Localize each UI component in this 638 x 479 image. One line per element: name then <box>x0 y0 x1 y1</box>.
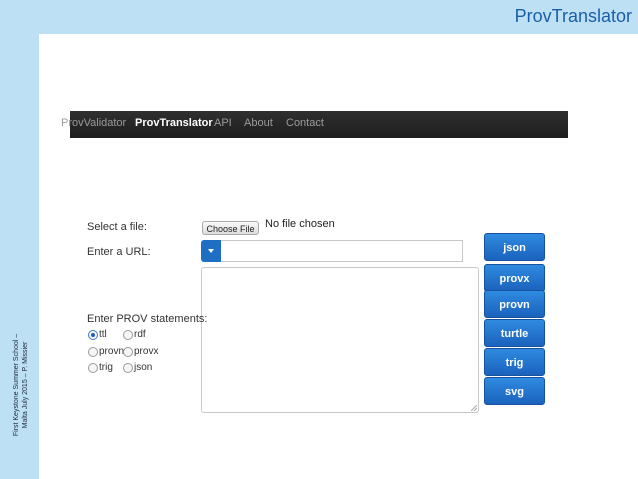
radio-format-rdf[interactable]: rdf <box>123 329 146 340</box>
radio-label-rdf: rdf <box>134 329 146 340</box>
nav-item-contact[interactable]: Contact <box>286 117 324 129</box>
radio-label-provn: provn <box>99 346 125 357</box>
statements-label: Enter PROV statements: <box>87 313 208 325</box>
radio-label-provx: provx <box>134 346 159 357</box>
url-dropdown-button[interactable] <box>201 240 221 262</box>
radio-label-trig: trig <box>99 362 113 373</box>
navbar: ProvValidator ProvTranslator API About C… <box>61 111 568 138</box>
resize-grip-icon[interactable] <box>471 405 477 411</box>
nav-item-provtranslator[interactable]: ProvTranslator <box>135 117 213 129</box>
nav-item-api[interactable]: API <box>214 117 232 129</box>
radio-format-provx[interactable]: provx <box>123 346 158 357</box>
convert-turtle-button[interactable]: turtle <box>484 319 545 347</box>
radio-provx[interactable] <box>123 346 133 357</box>
slide-footer: First Keystone Summer School – Malta Jul… <box>2 300 40 470</box>
radio-label-ttl: ttl <box>99 329 107 340</box>
url-label: Enter a URL: <box>87 246 151 258</box>
choose-file-button[interactable]: Choose File <box>202 221 259 235</box>
url-input[interactable] <box>221 240 463 262</box>
radio-format-json[interactable]: json <box>123 362 152 373</box>
file-status-text: No file chosen <box>265 218 335 230</box>
slide-footer-line1: First Keystone Summer School – <box>13 333 20 437</box>
convert-provn-button[interactable]: provn <box>484 290 545 318</box>
radio-format-trig[interactable]: trig <box>88 362 113 373</box>
radio-format-ttl[interactable]: ttl <box>88 329 107 340</box>
prov-statements-textarea[interactable] <box>201 267 479 413</box>
convert-trig-button[interactable]: trig <box>484 348 545 376</box>
slide-footer-line2: Malta July 2015 – P. Missier <box>22 341 29 429</box>
radio-trig[interactable] <box>88 362 98 373</box>
radio-format-provn[interactable]: provn <box>88 346 124 357</box>
convert-json-button[interactable]: json <box>484 233 545 261</box>
nav-item-provvalidator[interactable]: ProvValidator <box>61 117 126 129</box>
radio-label-json: json <box>134 362 153 373</box>
caret-down-icon <box>208 249 214 253</box>
radio-ttl-checked[interactable] <box>88 329 98 340</box>
convert-provx-button[interactable]: provx <box>484 264 545 292</box>
nav-item-about[interactable]: About <box>244 117 273 129</box>
slide-title: ProvTranslator <box>514 6 632 26</box>
radio-json[interactable] <box>123 362 133 373</box>
radio-provn[interactable] <box>88 346 98 357</box>
convert-svg-button[interactable]: svg <box>484 377 545 405</box>
radio-rdf[interactable] <box>123 329 133 340</box>
file-label: Select a file: <box>87 221 147 233</box>
